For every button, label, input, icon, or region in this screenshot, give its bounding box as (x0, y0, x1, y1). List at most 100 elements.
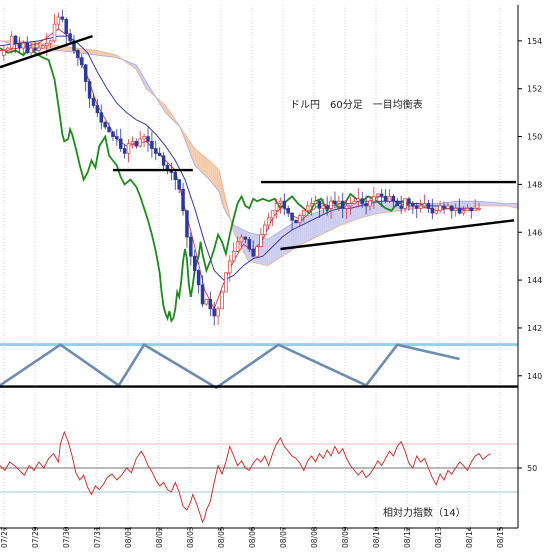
main-chart-title: ドル円 60分足 一目均衡表 (290, 98, 423, 111)
cloud-segment (204, 157, 206, 177)
candle-body (240, 237, 243, 242)
candle-body (182, 189, 185, 211)
cloud-segment (273, 235, 275, 263)
candle-body (232, 251, 235, 261)
candle-body (213, 309, 216, 316)
date-tick-label: 08/15 (496, 526, 505, 548)
candle-body (65, 19, 68, 33)
date-tick-label: 08/14 (465, 526, 474, 548)
cloud-segment (308, 215, 310, 241)
candle-body (252, 249, 255, 256)
candle-body (318, 201, 321, 208)
price-tick-label: 140 (527, 372, 542, 381)
cloud-segment (212, 163, 214, 185)
cloud-segment (90, 49, 92, 54)
cloud-segment (199, 152, 201, 171)
date-tick-label: 08/09 (341, 526, 350, 548)
cloud-segment (352, 203, 354, 221)
candle-body (41, 46, 44, 48)
date-tick-label: 08/02 (155, 526, 164, 548)
candle-body (419, 206, 422, 208)
cloud-segment (491, 202, 493, 206)
candle-body (314, 201, 317, 203)
cloud-segment (280, 230, 282, 258)
candle-body (143, 137, 146, 139)
candle-body (400, 206, 403, 208)
date-tick-label: 07/27 (0, 526, 9, 548)
cloud-segment (206, 158, 208, 179)
candle-body (334, 201, 337, 203)
price-tick-label: 146 (527, 228, 542, 237)
candle-body (404, 199, 407, 209)
candle-body (228, 261, 231, 273)
candle-body (248, 239, 251, 249)
candle-body (158, 153, 161, 155)
candle-body (466, 208, 469, 210)
rsi-tick-label: 50 (527, 464, 537, 473)
candle-body (209, 299, 212, 309)
candle-body (443, 206, 446, 208)
candle-body (306, 206, 309, 211)
cloud-segment (269, 238, 271, 266)
cloud-segment (469, 201, 471, 208)
cloud-segment (315, 212, 317, 237)
candle-body (197, 271, 200, 285)
candle-body (408, 199, 411, 204)
cloud-segment (321, 210, 323, 234)
candle-body (119, 139, 122, 149)
candle-body (57, 17, 60, 24)
candle-body (462, 211, 465, 213)
cloud-segment (278, 231, 280, 259)
price-tick-label: 148 (527, 180, 542, 189)
candle-body (256, 247, 259, 257)
date-tick-label: 08/10 (372, 526, 381, 548)
candle-body (49, 41, 52, 43)
candle-body (271, 211, 274, 218)
cloud-segment (245, 231, 247, 259)
candle-body (162, 156, 165, 166)
candle-body (244, 237, 247, 239)
candle-body (69, 34, 72, 41)
candle-body (34, 48, 37, 50)
cloud-segment (277, 232, 279, 260)
cloud-segment (286, 226, 288, 254)
candle-body (100, 113, 103, 123)
cloud-segment (310, 214, 312, 240)
candle-body (287, 208, 290, 213)
candle-body (224, 273, 227, 292)
cloud-segment (216, 167, 218, 190)
date-tick-label: 08/12 (403, 526, 412, 548)
candle-body (186, 211, 189, 237)
cloud-segment (296, 220, 298, 248)
price-tick-label: 154 (527, 37, 542, 46)
candle-body (76, 50, 79, 57)
candle-body (450, 206, 453, 211)
candle-body (310, 204, 313, 206)
candle-body (298, 216, 301, 223)
cloud-segment (294, 221, 296, 249)
candle-body (30, 48, 33, 53)
cloud-segment (282, 229, 284, 257)
candle-body (337, 201, 340, 203)
cloud-segment (314, 213, 316, 239)
cloud-segment (487, 202, 489, 206)
candle-body (369, 201, 372, 206)
price-tick-label: 144 (527, 276, 542, 285)
cloud-segment (265, 238, 267, 266)
candle-body (127, 144, 130, 154)
candle-body (446, 206, 449, 208)
cloud-segment (471, 201, 473, 207)
candle-body (384, 196, 387, 201)
candle-body (221, 292, 224, 309)
candle-body (236, 242, 239, 252)
cloud-segment (70, 47, 72, 52)
rsi-panel-label: 相対力指数（14） (383, 506, 466, 519)
date-tick-label: 08/05 (217, 526, 226, 548)
candle-body (431, 208, 434, 213)
price-tick-label: 142 (527, 324, 542, 333)
candle-body (80, 58, 83, 65)
candle-body (291, 213, 294, 220)
candle-body (174, 172, 177, 179)
date-tick-label: 08/13 (434, 526, 443, 548)
candle-body (38, 48, 41, 50)
